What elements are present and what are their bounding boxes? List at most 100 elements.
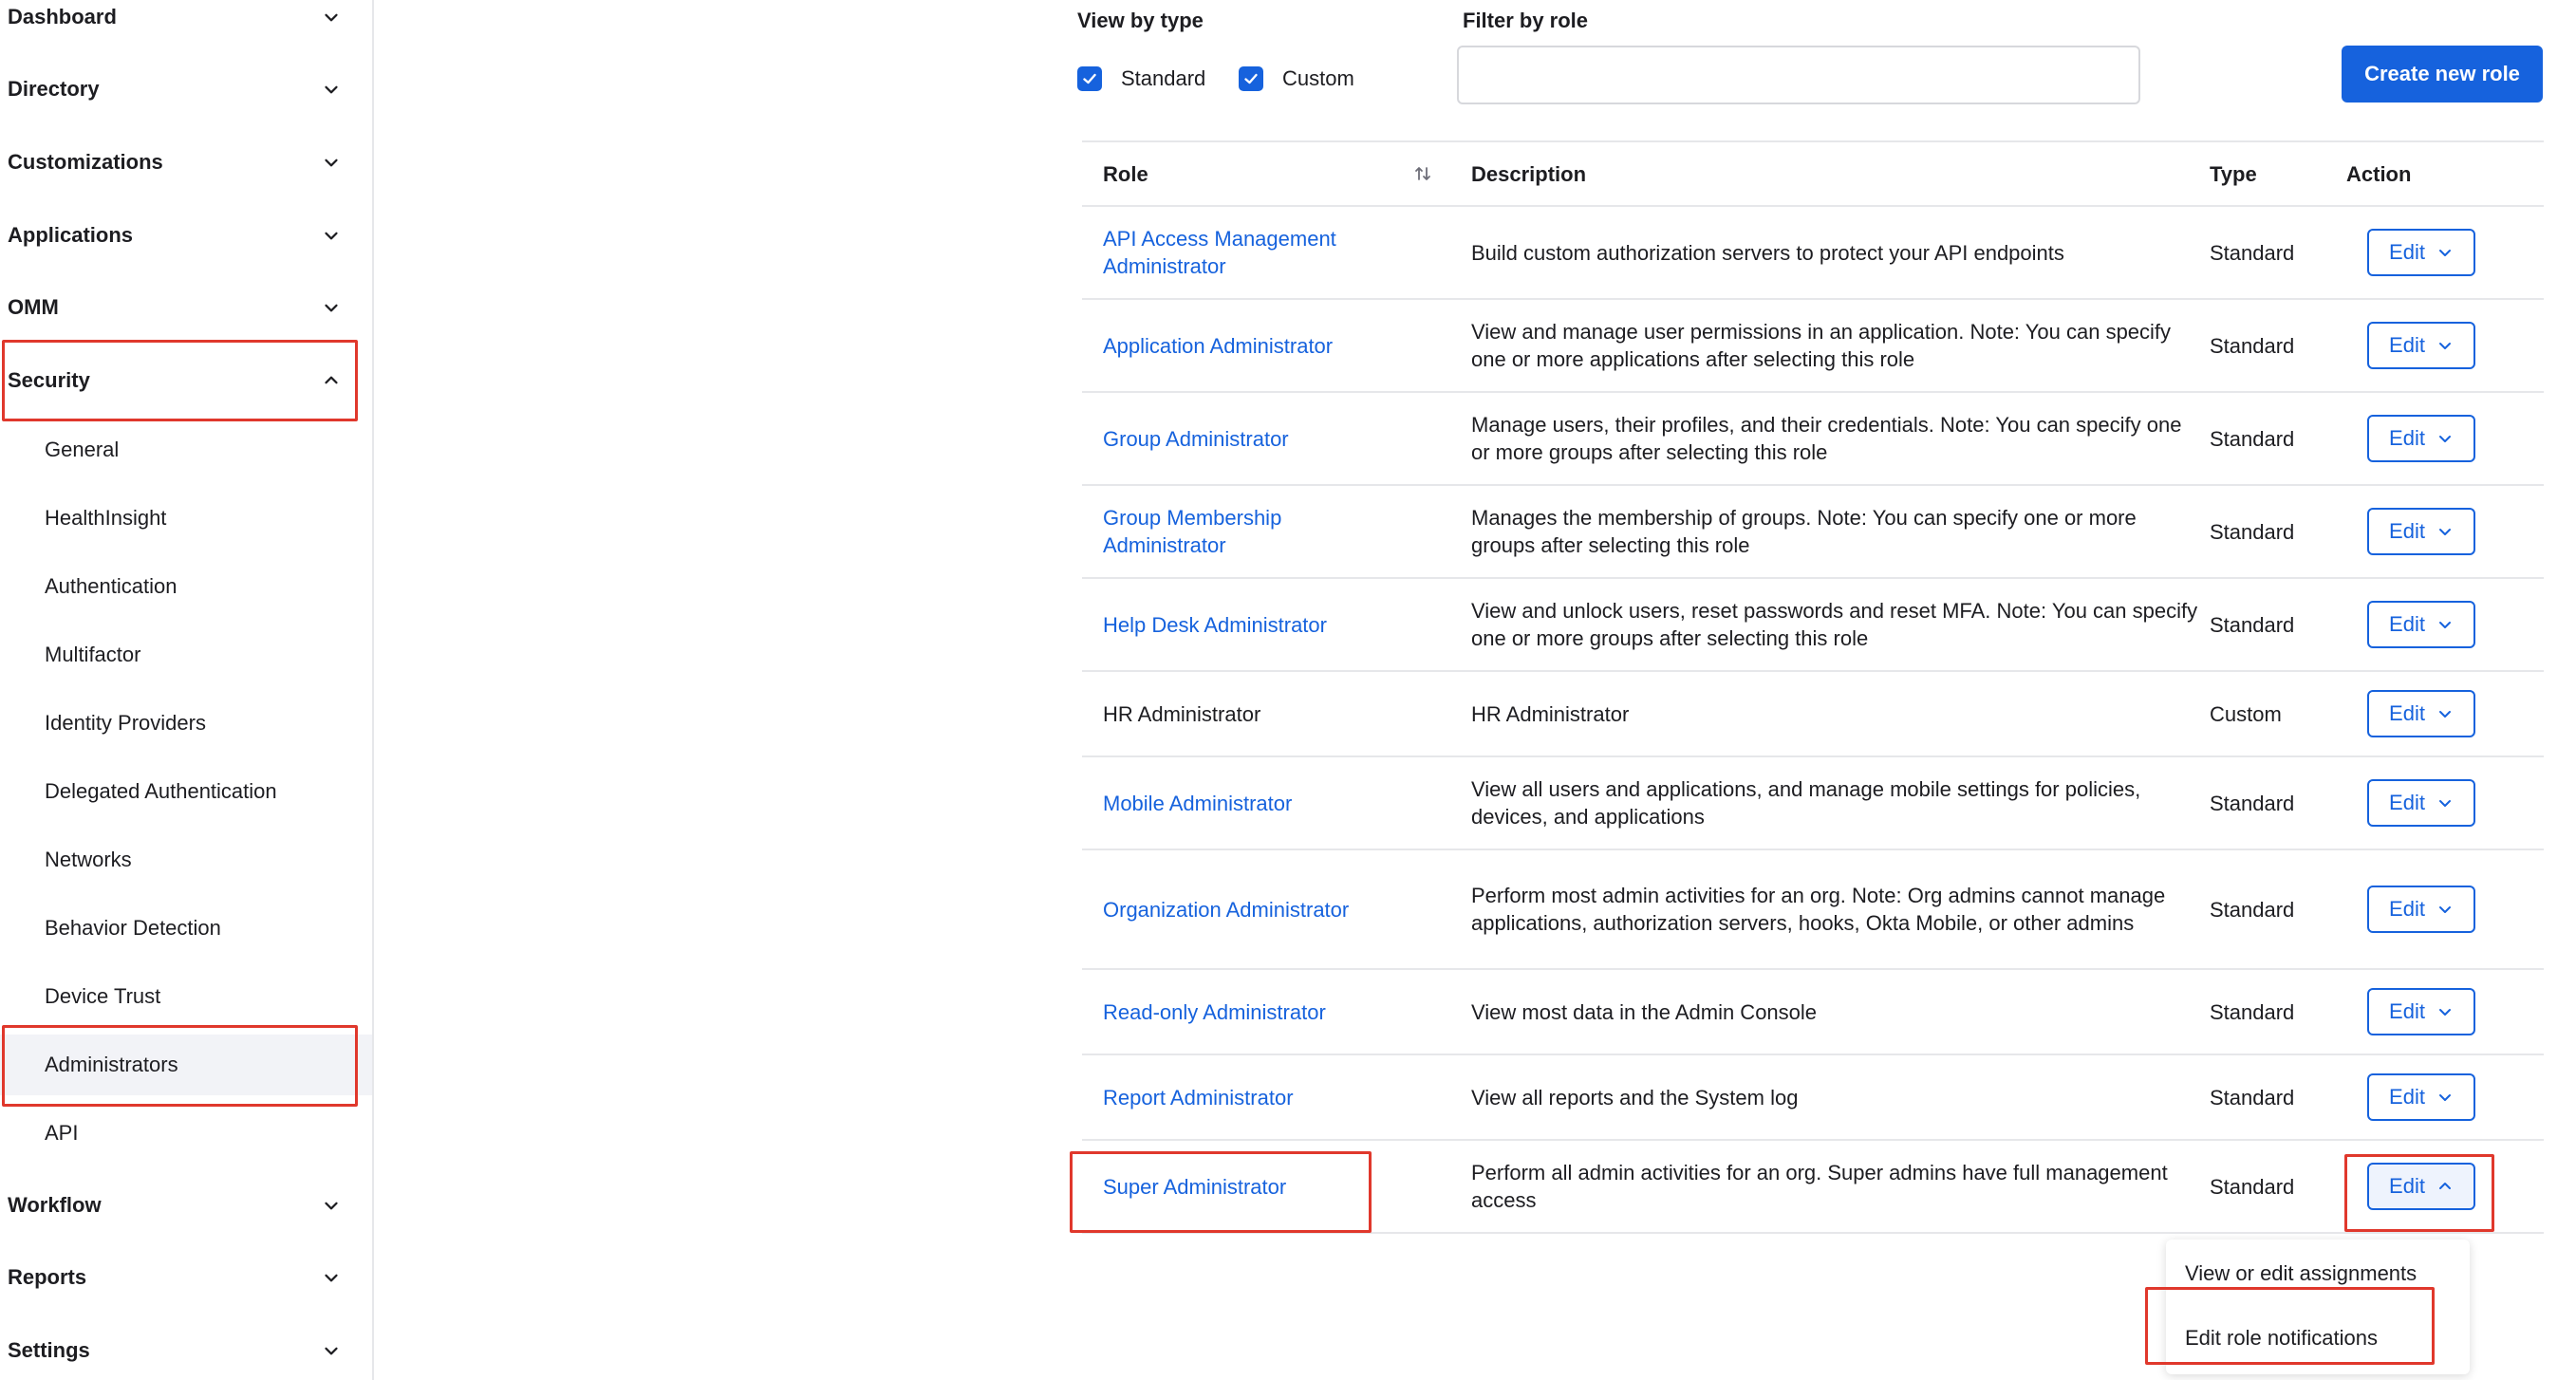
edit-button-label: Edit xyxy=(2389,519,2425,543)
edit-button-label: Edit xyxy=(2389,999,2425,1023)
role-type: Standard xyxy=(2210,426,2295,451)
sort-icon[interactable] xyxy=(1412,163,1433,184)
action-cell: Edit xyxy=(2367,486,2510,577)
table-row: API Access Management Administrator Build… xyxy=(1082,207,2544,300)
sidebar-item-label: Applications xyxy=(8,223,134,247)
sidebar-subitem-identity-providers[interactable]: Identity Providers xyxy=(0,693,372,754)
sidebar-item-directory[interactable]: Directory xyxy=(8,65,359,114)
role-name-link[interactable]: API Access Management Administrator xyxy=(1103,207,1407,298)
edit-button-label: Edit xyxy=(2389,701,2425,725)
chevron-up-icon xyxy=(321,370,342,391)
role-type: Standard xyxy=(2210,519,2295,544)
table-row: Read-only Administrator View most data in… xyxy=(1082,970,2544,1055)
sidebar-item-label: Dashboard xyxy=(8,5,117,28)
role-name-link[interactable]: Group Administrator xyxy=(1103,393,1407,484)
edit-button-label: Edit xyxy=(2389,612,2425,636)
role-name-link[interactable]: Super Administrator xyxy=(1103,1141,1407,1232)
role-description: View all reports and the System log xyxy=(1471,1085,1799,1110)
chevron-down-icon xyxy=(2436,337,2454,354)
role-description: Manage users, their profiles, and their … xyxy=(1471,413,2182,464)
edit-button[interactable]: Edit xyxy=(2367,322,2475,369)
role-name-link[interactable]: Report Administrator xyxy=(1103,1055,1407,1139)
action-cell: Edit xyxy=(2367,579,2510,670)
sidebar-subitem-authentication[interactable]: Authentication xyxy=(0,556,372,617)
edit-button[interactable]: Edit xyxy=(2367,779,2475,827)
table-row: HR Administrator HR Administrator Custom Ed… xyxy=(1082,672,2544,757)
sidebar-item-workflow[interactable]: Workflow xyxy=(8,1181,359,1230)
sidebar-subitem-multifactor[interactable]: Multifactor xyxy=(0,625,372,685)
sidebar-subitem-administrators[interactable]: Administrators xyxy=(0,1035,372,1095)
chevron-down-icon xyxy=(2436,705,2454,722)
chevron-down-icon xyxy=(321,297,342,318)
role-description: View most data in the Admin Console xyxy=(1471,999,1818,1024)
action-cell: Edit xyxy=(2367,393,2510,484)
standard-checkbox[interactable]: Standard xyxy=(1077,66,1205,91)
role-type: Standard xyxy=(2210,999,2295,1024)
chevron-down-icon xyxy=(2436,244,2454,261)
sidebar-item-security[interactable]: Security xyxy=(8,356,359,405)
sidebar-item-settings[interactable]: Settings xyxy=(8,1326,359,1375)
sidebar-item-label: Directory xyxy=(8,77,100,101)
chevron-down-icon xyxy=(321,79,342,100)
edit-button[interactable]: Edit xyxy=(2367,988,2475,1035)
sidebar-item-customizations[interactable]: Customizations xyxy=(8,138,359,187)
chevron-down-icon xyxy=(2436,794,2454,811)
table-header: Role Description Type Action xyxy=(1082,140,2544,207)
create-new-role-button[interactable]: Create new role xyxy=(2342,46,2543,103)
edit-button[interactable]: Edit xyxy=(2367,508,2475,555)
table-row: Super Administrator Perform all admin act… xyxy=(1082,1141,2544,1234)
role-name-link[interactable]: Help Desk Administrator xyxy=(1103,579,1407,670)
view-or-edit-assignments-item[interactable]: View or edit assignments xyxy=(2166,1243,2470,1304)
custom-checkbox[interactable]: Custom xyxy=(1239,66,1354,91)
action-cell: Edit xyxy=(2367,1055,2510,1139)
sidebar-item-label: Customizations xyxy=(8,150,163,174)
role-name-link[interactable]: Organization Administrator xyxy=(1103,850,1407,968)
edit-button[interactable]: Edit xyxy=(2367,229,2475,276)
edit-role-notifications-item[interactable]: Edit role notifications xyxy=(2166,1308,2470,1369)
edit-button-label: Edit xyxy=(2389,1174,2425,1198)
table-row: Group Administrator Manage users, their p… xyxy=(1082,393,2544,486)
role-name-link[interactable]: Read-only Administrator xyxy=(1103,970,1407,1054)
role-name-link[interactable]: Mobile Administrator xyxy=(1103,757,1407,849)
sidebar-subitem-device-trust[interactable]: Device Trust xyxy=(0,966,372,1027)
filter-by-role-input[interactable] xyxy=(1457,46,2140,104)
role-name-link[interactable]: Application Administrator xyxy=(1103,300,1407,391)
role-type: Standard xyxy=(2210,1085,2295,1110)
sidebar: Dashboard Directory Customizations Appli… xyxy=(0,0,374,1380)
chevron-down-icon xyxy=(321,225,342,246)
chevron-down-icon xyxy=(2436,430,2454,447)
column-header-action: Action xyxy=(2346,162,2412,186)
sidebar-item-applications[interactable]: Applications xyxy=(8,211,359,260)
chevron-down-icon xyxy=(321,1267,342,1288)
table-row: Organization Administrator Perform most a… xyxy=(1082,850,2544,970)
role-description: HR Administrator xyxy=(1471,701,1630,726)
sidebar-subitem-delegated-authentication[interactable]: Delegated Authentication xyxy=(0,761,372,822)
sidebar-subitem-healthinsight[interactable]: HealthInsight xyxy=(0,488,372,549)
sidebar-subitem-behavior-detection[interactable]: Behavior Detection xyxy=(0,898,372,959)
edit-button[interactable]: Edit xyxy=(2367,415,2475,462)
edit-button[interactable]: Edit xyxy=(2367,601,2475,648)
sidebar-subitem-general[interactable]: General xyxy=(0,420,372,480)
table-row: Group Membership Administrator Manages th… xyxy=(1082,486,2544,579)
role-description: View and unlock users, reset passwords a… xyxy=(1471,599,2198,650)
sidebar-subitem-api[interactable]: API xyxy=(0,1103,372,1164)
sidebar-item-omm[interactable]: OMM xyxy=(8,283,359,332)
table-row: Help Desk Administrator View and unlock u… xyxy=(1082,579,2544,672)
column-header-role[interactable]: Role xyxy=(1103,142,1148,207)
sidebar-subitem-networks[interactable]: Networks xyxy=(0,830,372,890)
role-name-link[interactable]: Group Membership Administrator xyxy=(1103,486,1407,577)
sidebar-item-reports[interactable]: Reports xyxy=(8,1253,359,1302)
role-type: Standard xyxy=(2210,333,2295,358)
edit-button[interactable]: Edit xyxy=(2367,690,2475,737)
edit-button[interactable]: Edit xyxy=(2367,886,2475,933)
role-description: Perform all admin activities for an org.… xyxy=(1471,1161,2168,1212)
role-type: Standard xyxy=(2210,897,2295,922)
edit-button[interactable]: Edit xyxy=(2367,1073,2475,1121)
edit-button[interactable]: Edit xyxy=(2367,1163,2475,1210)
action-cell: Edit xyxy=(2367,672,2510,755)
edit-button-label: Edit xyxy=(2389,1085,2425,1109)
custom-checkbox-label: Custom xyxy=(1282,66,1354,90)
role-type: Standard xyxy=(2210,791,2295,815)
sidebar-item-dashboard[interactable]: Dashboard xyxy=(8,0,359,42)
role-description: Build custom authorization servers to pr… xyxy=(1471,240,2064,265)
